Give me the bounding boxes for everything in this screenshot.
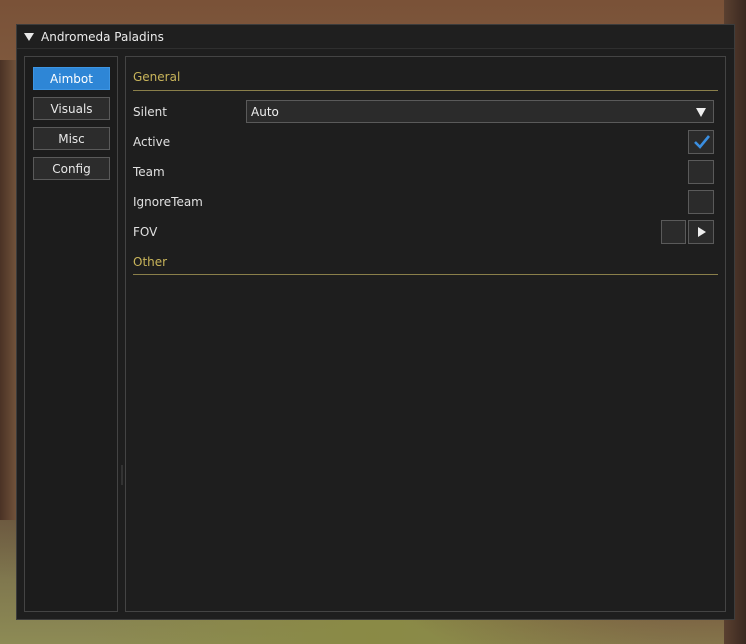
team-checkbox[interactable] [688, 160, 714, 184]
section-other-title: Other [133, 255, 168, 269]
section-general-title: General [133, 70, 181, 84]
window-titlebar[interactable]: Andromeda Paladins [17, 25, 734, 49]
section-other-divider [133, 274, 718, 275]
content-panel: General Silent Auto Active Team IgnoreTe… [125, 56, 726, 612]
silent-dropdown-value: Auto [251, 104, 279, 119]
tab-visuals[interactable]: Visuals [33, 97, 110, 120]
tab-misc[interactable]: Misc [33, 127, 110, 150]
ignore-team-checkbox[interactable] [688, 190, 714, 214]
ignore-team-label: IgnoreTeam [133, 195, 203, 209]
play-arrow-icon [698, 227, 706, 237]
checkmark-icon [694, 135, 711, 149]
main-window: Andromeda Paladins Aimbot Visuals Misc C… [16, 24, 735, 620]
active-label: Active [133, 135, 171, 149]
collapse-triangle-icon[interactable] [24, 32, 34, 41]
silent-label: Silent [133, 105, 167, 119]
fov-expand-button[interactable] [688, 220, 714, 244]
tab-aimbot[interactable]: Aimbot [33, 67, 110, 90]
splitter-handle[interactable] [121, 465, 123, 485]
team-label: Team [133, 165, 165, 179]
fov-label: FOV [133, 225, 158, 239]
tab-config[interactable]: Config [33, 157, 110, 180]
section-general-divider [133, 90, 718, 91]
fov-color-swatch[interactable] [661, 220, 686, 244]
sidebar: Aimbot Visuals Misc Config [24, 56, 118, 612]
silent-dropdown[interactable]: Auto [246, 100, 714, 123]
dropdown-arrow-icon [696, 108, 706, 117]
window-title: Andromeda Paladins [41, 29, 164, 44]
active-checkbox[interactable] [688, 130, 714, 154]
